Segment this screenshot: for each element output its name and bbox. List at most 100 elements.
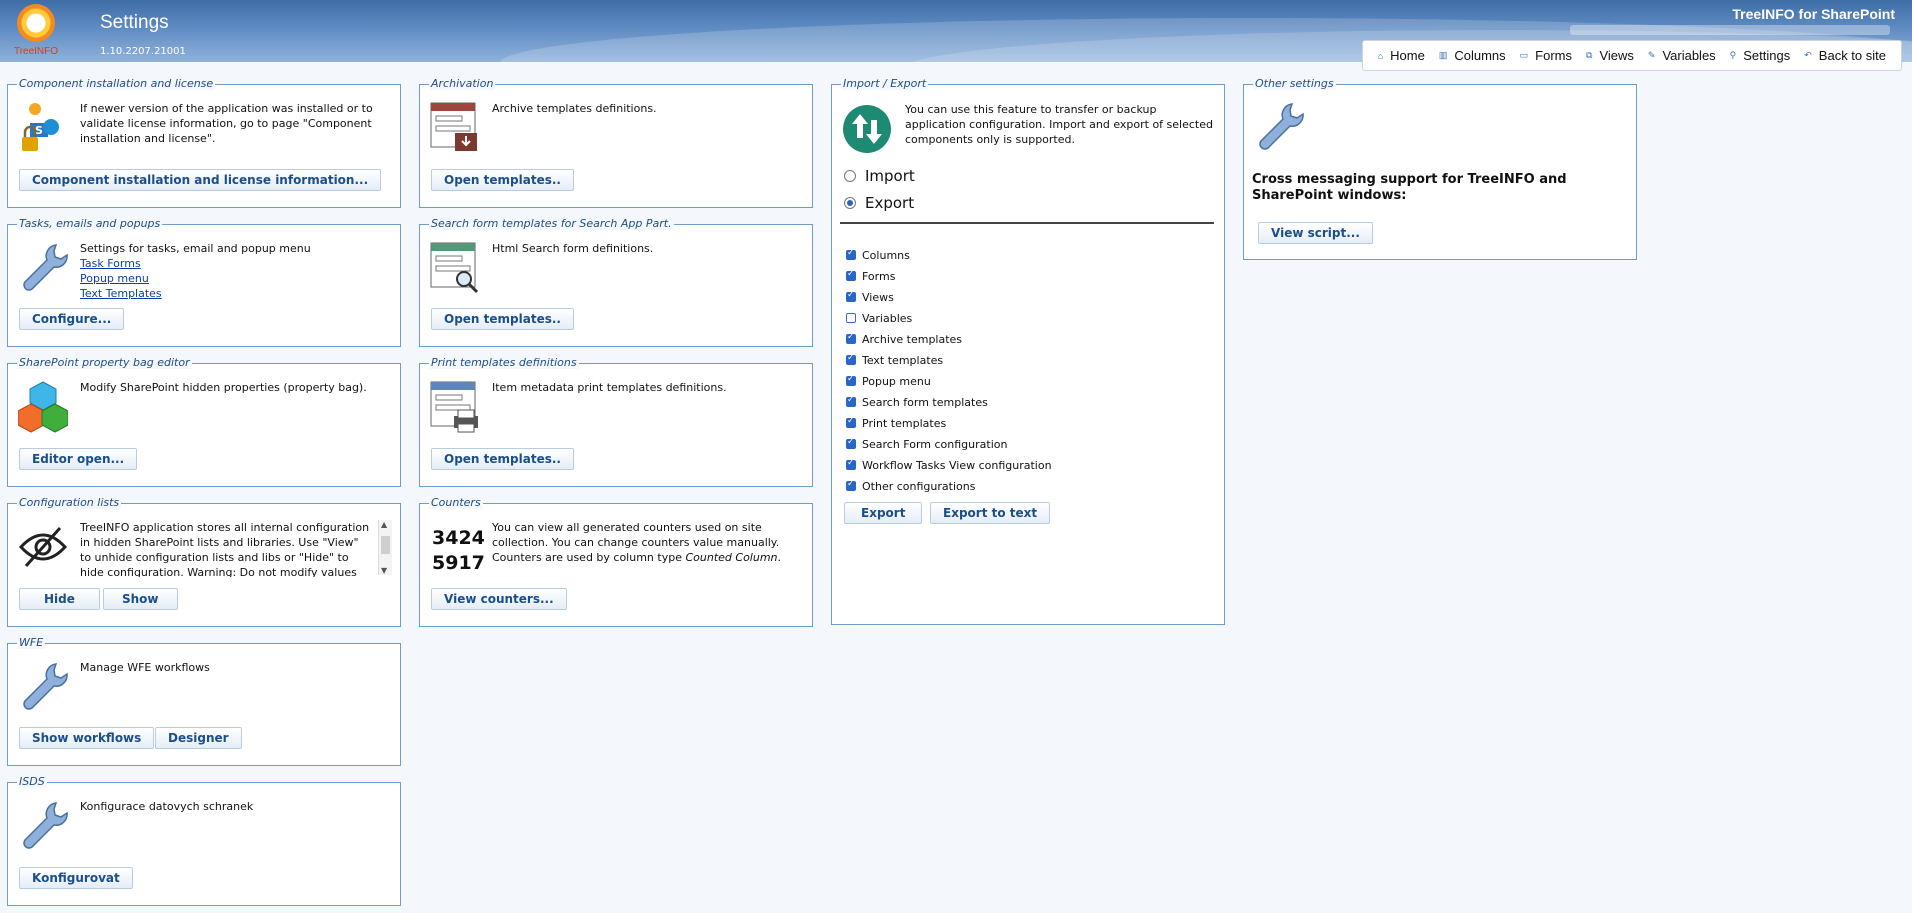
import-radio-button[interactable] xyxy=(844,170,856,182)
checkbox[interactable] xyxy=(846,269,856,281)
search-open-templates-button[interactable]: Open templates.. xyxy=(431,308,574,330)
counters-description: You can view all generated counters used… xyxy=(492,521,782,564)
nav-variables[interactable]: ✎ Variables xyxy=(1648,48,1716,63)
export-radio[interactable]: Export xyxy=(844,194,914,212)
settings-icon: ⚲ xyxy=(1729,50,1737,60)
home-icon: ⌂ xyxy=(1377,50,1384,61)
isds-description: Konfigurace datovych schranek xyxy=(80,800,254,813)
option-forms[interactable]: Forms xyxy=(846,269,895,283)
treeinfo-logo[interactable]: TreeINFO xyxy=(12,4,60,58)
designer-button[interactable]: Designer xyxy=(155,727,242,749)
wrench-icon xyxy=(18,799,68,853)
print-open-templates-button[interactable]: Open templates.. xyxy=(431,448,574,470)
option-variables[interactable]: Variables xyxy=(846,311,912,325)
panel-legend: Print templates definitions xyxy=(429,356,579,369)
option-archive-templates[interactable]: Archive templates xyxy=(846,332,962,346)
printtemplates-description: Item metadata print templates definition… xyxy=(492,381,727,394)
checkbox[interactable] xyxy=(846,374,856,386)
sun-logo-icon xyxy=(17,4,55,42)
counter-digits-icon: 3424 5917 xyxy=(432,527,485,574)
option-print-templates[interactable]: Print templates xyxy=(846,416,946,430)
checkbox[interactable] xyxy=(846,458,856,470)
wfe-panel: WFE Manage WFE workflows Show workflows … xyxy=(7,637,401,766)
divider xyxy=(840,222,1214,224)
checkbox[interactable] xyxy=(846,395,856,407)
option-popup-menu[interactable]: Popup menu xyxy=(846,374,931,388)
cubes-icon xyxy=(17,380,69,434)
nav-views[interactable]: ⧉ Views xyxy=(1586,48,1634,63)
panel-legend: Archivation xyxy=(429,77,496,90)
text-templates-link[interactable]: Text Templates xyxy=(80,286,311,301)
popup-menu-link[interactable]: Popup menu xyxy=(80,271,311,286)
nav-settings[interactable]: ⚲ Settings xyxy=(1730,48,1791,63)
import-export-panel: Import / Export You can use this feature… xyxy=(831,78,1225,625)
task-forms-link[interactable]: Task Forms xyxy=(80,256,311,271)
top-navigation: ⌂ Home ▥ Columns ▭ Forms ⧉ Views ✎ Variables … xyxy=(1361,40,1902,71)
forms-icon: ▭ xyxy=(1519,50,1529,60)
nav-columns[interactable]: ▥ Columns xyxy=(1439,48,1506,63)
archive-open-templates-button[interactable]: Open templates.. xyxy=(431,169,574,191)
panel-legend: Tasks, emails and popups xyxy=(17,217,163,230)
component-license-button[interactable]: Component installation and license infor… xyxy=(19,169,382,191)
panel-legend: Counters xyxy=(429,496,483,509)
checkbox[interactable] xyxy=(846,479,856,491)
columns-icon: ▥ xyxy=(1438,50,1448,60)
view-script-button[interactable]: View script... xyxy=(1258,222,1373,244)
konfigurovat-button[interactable]: Konfigurovat xyxy=(19,867,133,889)
print-templates-panel: Print templates definitions Item metadat… xyxy=(419,357,813,487)
panel-legend: SharePoint property bag editor xyxy=(17,356,192,369)
option-search-form-configuration[interactable]: Search Form configuration xyxy=(846,437,1007,451)
export-button[interactable]: Export xyxy=(844,502,923,524)
option-workflow-tasks-view[interactable]: Workflow Tasks View configuration xyxy=(846,458,1052,472)
panel-legend: Other settings xyxy=(1253,77,1336,90)
option-columns[interactable]: Columns xyxy=(846,248,910,262)
nav-back-to-site[interactable]: ↶ Back to site xyxy=(1804,48,1886,63)
configure-button[interactable]: Configure... xyxy=(19,308,125,330)
checkbox[interactable] xyxy=(846,437,856,449)
import-export-icon xyxy=(842,104,892,158)
panel-legend: ISDS xyxy=(17,775,47,788)
scroll-up-icon[interactable]: ▲ xyxy=(381,520,387,529)
component-install-icon: S xyxy=(18,101,68,155)
checkbox[interactable] xyxy=(846,416,856,428)
wrench-icon xyxy=(18,241,68,295)
view-counters-button[interactable]: View counters... xyxy=(431,588,567,610)
checkbox[interactable] xyxy=(846,353,856,365)
counters-panel: Counters 3424 5917 You can view all gene… xyxy=(419,497,813,627)
hide-button[interactable]: Hide xyxy=(19,588,100,610)
show-button[interactable]: Show xyxy=(103,588,178,610)
print-template-icon xyxy=(430,380,480,434)
nav-forms[interactable]: ▭ Forms xyxy=(1520,48,1572,63)
checkbox[interactable] xyxy=(846,332,856,344)
propertybag-description: Modify SharePoint hidden properties (pro… xyxy=(80,381,367,394)
back-icon: ↶ xyxy=(1804,50,1812,60)
panel-legend: Configuration lists xyxy=(17,496,122,509)
editor-open-button[interactable]: Editor open... xyxy=(19,448,138,470)
page-title: Settings xyxy=(100,12,169,33)
checkbox[interactable] xyxy=(846,290,856,302)
component-description: If newer version of the application was … xyxy=(80,102,373,145)
export-to-text-button[interactable]: Export to text xyxy=(930,502,1051,524)
export-radio-button[interactable] xyxy=(844,197,856,209)
option-text-templates[interactable]: Text templates xyxy=(846,353,943,367)
nav-home[interactable]: ⌂ Home xyxy=(1378,48,1425,63)
option-search-form-templates[interactable]: Search form templates xyxy=(846,395,988,409)
wfe-description: Manage WFE workflows xyxy=(80,661,210,674)
logo-text: TreeINFO xyxy=(13,46,59,57)
wrench-icon xyxy=(18,660,68,714)
variables-icon: ✎ xyxy=(1647,50,1656,60)
checkbox[interactable] xyxy=(846,248,856,260)
scroll-down-icon[interactable]: ▼ xyxy=(381,566,387,575)
description-scrollbar[interactable]: ▲ ▼ xyxy=(378,520,392,575)
other-settings-panel: Other settings Cross messaging support f… xyxy=(1243,78,1637,260)
import-radio[interactable]: Import xyxy=(844,167,915,185)
option-other-configurations[interactable]: Other configurations xyxy=(846,479,975,493)
show-workflows-button[interactable]: Show workflows xyxy=(19,727,155,749)
configlists-description: TreeINFO application stores all internal… xyxy=(80,521,370,577)
archive-template-icon xyxy=(430,101,480,155)
searchforms-description: Html Search form definitions. xyxy=(492,242,654,255)
option-views[interactable]: Views xyxy=(846,290,894,304)
configuration-lists-panel: Configuration lists TreeINFO application… xyxy=(7,497,401,627)
views-icon: ⧉ xyxy=(1586,50,1593,60)
checkbox[interactable] xyxy=(846,313,856,323)
